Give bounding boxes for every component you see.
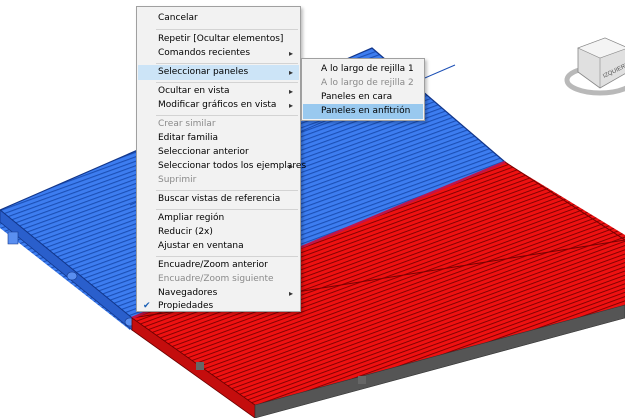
submenu-arrow-icon: ▸ bbox=[288, 87, 293, 96]
menu-item-ampliar-region[interactable]: Ampliar región bbox=[138, 211, 299, 226]
submenu-arrow-icon: ▸ bbox=[288, 289, 293, 298]
menu-separator bbox=[156, 256, 298, 257]
menu-item-repetir[interactable]: Repetir [Ocultar elementos] bbox=[138, 32, 299, 47]
menu-separator bbox=[156, 63, 298, 64]
menu-item-suprimir: Suprimir bbox=[158, 175, 197, 185]
submenu-arrow-icon: ▸ bbox=[288, 49, 293, 58]
check-icon: ✔ bbox=[143, 301, 151, 311]
menu-item-modificar-graficos[interactable]: Modificar gráficos en vista ▸ bbox=[138, 98, 299, 113]
menu-item-ajustar-en-ventana[interactable]: Ajustar en ventana bbox=[138, 239, 299, 254]
menu-item-encuadre-zoom-siguiente: Encuadre/Zoom siguiente bbox=[158, 274, 274, 284]
viewcube[interactable]: IZQUIERDA bbox=[564, 37, 625, 96]
submenu-arrow-icon: ▸ bbox=[288, 162, 293, 171]
menu-separator bbox=[156, 29, 298, 30]
submenu-seleccionar-paneles: A lo largo de rejilla 1 A lo largo de re… bbox=[301, 58, 425, 121]
menu-item-buscar-vistas-de-referencia[interactable]: Buscar vistas de referencia bbox=[138, 192, 299, 207]
submenu-arrow-icon: ▸ bbox=[288, 101, 293, 110]
submenu-item-paneles-en-cara[interactable]: Paneles en cara bbox=[303, 90, 423, 105]
menu-item-propiedades[interactable]: ✔ Propiedades bbox=[138, 300, 299, 312]
menu-item-editar-familia[interactable]: Editar familia bbox=[138, 131, 299, 146]
submenu-arrow-icon: ▸ bbox=[288, 68, 293, 77]
menu-separator bbox=[156, 82, 298, 83]
menu-item-comandos-recientes[interactable]: Comandos recientes ▸ bbox=[138, 46, 299, 61]
submenu-item-a-lo-largo-de-rejilla-1[interactable]: A lo largo de rejilla 1 bbox=[303, 62, 423, 77]
menu-item-seleccionar-anterior[interactable]: Seleccionar anterior bbox=[138, 145, 299, 160]
menu-item-navegadores[interactable]: Navegadores ▸ bbox=[138, 286, 299, 301]
menu-item-ocultar-en-vista[interactable]: Ocultar en vista ▸ bbox=[138, 84, 299, 99]
menu-item-encuadre-zoom-anterior[interactable]: Encuadre/Zoom anterior bbox=[138, 258, 299, 273]
context-menu: Cancelar Repetir [Ocultar elementos] Com… bbox=[136, 6, 306, 312]
submenu-item-a-lo-largo-de-rejilla-2: A lo largo de rejilla 2 bbox=[321, 78, 414, 88]
menu-item-seleccionar-paneles[interactable]: Seleccionar paneles ▸ bbox=[138, 65, 299, 80]
submenu-item-paneles-en-anfitrion[interactable]: Paneles en anfitrión bbox=[303, 104, 423, 119]
menu-item-seleccionar-todos-los-ejemplares[interactable]: Seleccionar todos los ejemplares ▸ bbox=[138, 159, 306, 174]
menu-item-reducir[interactable]: Reducir (2x) bbox=[138, 225, 299, 240]
menu-item-crear-similar: Crear similar bbox=[158, 119, 216, 129]
menu-separator bbox=[156, 115, 298, 116]
menu-separator bbox=[156, 209, 298, 210]
menu-item-cancelar[interactable]: Cancelar bbox=[138, 11, 299, 26]
menu-separator bbox=[156, 190, 298, 191]
